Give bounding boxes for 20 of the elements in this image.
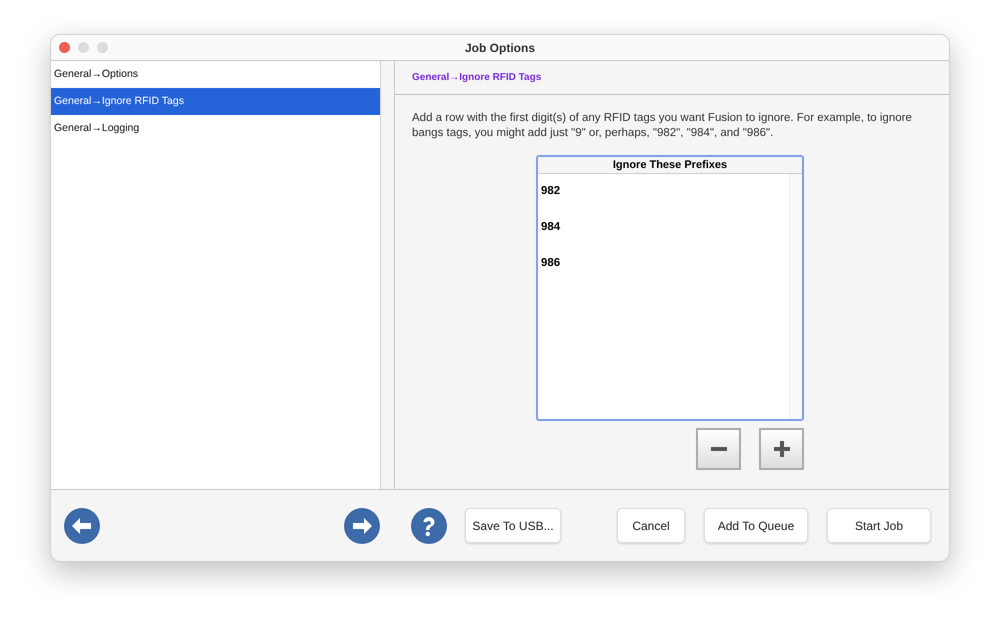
footer-button[interactable]: Cancel: [617, 508, 685, 543]
table-cell[interactable]: 986: [538, 250, 789, 286]
help-icon[interactable]: [411, 508, 447, 544]
remove-button[interactable]: [696, 428, 741, 470]
footer-button[interactable]: Save To USB...: [465, 508, 561, 543]
column-header: Ignore These Prefixes: [612, 158, 728, 173]
scrollbar-track[interactable]: [789, 174, 802, 419]
plus-icon: [774, 441, 790, 457]
sidebar-item[interactable]: General→Ignore RFID Tags: [51, 88, 380, 115]
sidebar-item[interactable]: General→Options: [51, 61, 380, 88]
table-cell[interactable]: 984: [538, 214, 789, 250]
table-cell[interactable]: 982: [538, 178, 789, 214]
footer-button[interactable]: Add To Queue: [704, 508, 808, 543]
window-title: Job Options: [465, 40, 535, 54]
footer-button[interactable]: Start Job: [827, 508, 931, 543]
sidebar-item[interactable]: General→Logging: [51, 115, 380, 142]
add-button[interactable]: [759, 428, 804, 470]
description-text: Add a row with the first digit(s) of any RFID tags you want Fusion to ignore. For example, to ignore bangs tags, you might add just "9" or, perhaps, "982", "984", and "986".: [412, 111, 913, 141]
panel-heading: General→Ignore RFID Tags: [412, 72, 542, 83]
close-icon[interactable]: [59, 42, 70, 53]
